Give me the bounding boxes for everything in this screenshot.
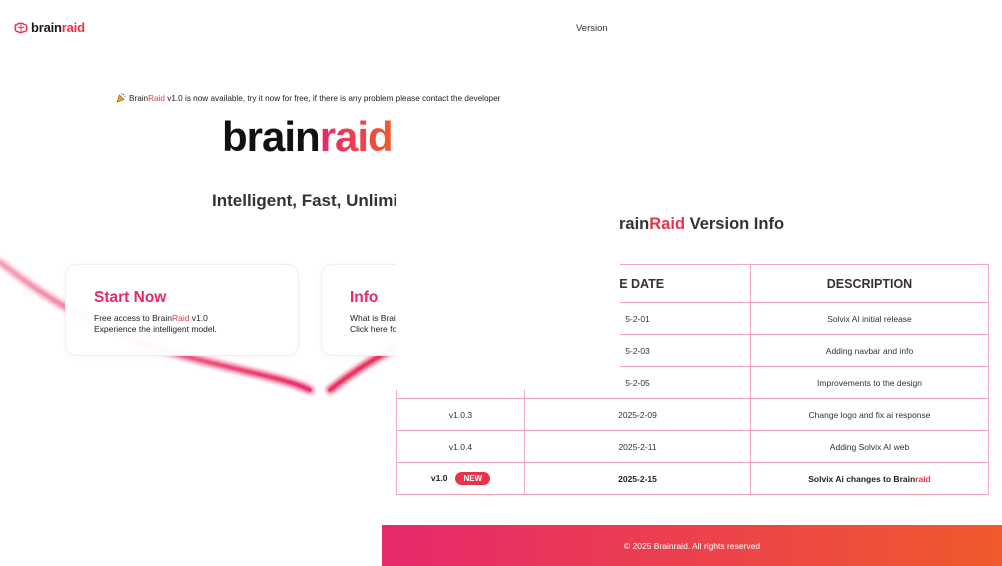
version-title-part1: rain	[619, 215, 650, 233]
start-now-line1: Free access to BrainRaid v1.0	[94, 313, 298, 324]
logo-text-raid: raid	[61, 20, 85, 35]
version-info-title: rainRaid Version Info	[619, 215, 784, 234]
start-now-line1-suffix: v1.0	[189, 313, 208, 323]
row-description: Solvix AI initial release	[750, 302, 989, 335]
navbar: brainraid Version	[0, 0, 1002, 56]
footer: © 2025 Brainraid. All rights reserved	[382, 525, 1002, 566]
row-date: 2025-2-09	[524, 398, 751, 431]
version-title-part2: Raid	[649, 215, 686, 233]
row-date: 2025-2-15	[524, 462, 751, 495]
start-now-title: Start Now	[94, 289, 167, 306]
brand-logo[interactable]: brainraid	[14, 20, 85, 35]
new-badge: NEW	[455, 472, 491, 485]
row-version: v1.0.4	[396, 430, 525, 463]
row-description: Solvix Ai changes to Brainraid	[750, 462, 989, 495]
latest-description-accent: raid	[915, 473, 931, 484]
hero-title-raid: raid	[319, 113, 394, 160]
announcement-brand-raid: Raid	[148, 93, 165, 103]
start-now-card[interactable]: Start Now Free access to BrainRaid v1.0 …	[65, 264, 299, 356]
latest-version: v1.0	[430, 472, 448, 483]
hero-title: brainraid	[222, 113, 394, 160]
party-popper-icon	[116, 93, 126, 103]
row-version: v1.0 NEW	[396, 462, 525, 495]
footer-copyright: © 2025 Brainraid. All rights reserved	[623, 540, 761, 551]
table-row: v1.0.3 2025-2-09 Change logo and fix ai …	[396, 398, 989, 431]
start-now-line1-accent: Raid	[171, 313, 190, 323]
row-version: v1.0.3	[396, 398, 525, 431]
brain-icon	[14, 22, 28, 33]
row-description: Change logo and fix ai response	[750, 398, 989, 431]
announcement-text: v1.0 is now available, try it now for fr…	[164, 93, 501, 103]
hero-title-brain: brain	[222, 113, 321, 160]
start-now-line1-prefix: Free access to Brain	[94, 313, 172, 323]
row-date: 2025-2-11	[524, 430, 751, 463]
hero-tagline: Intelligent, Fast, Unlimited	[212, 191, 424, 210]
row-description: Improvements to the design	[750, 366, 989, 399]
start-now-line2: Experience the intelligent model.	[94, 323, 217, 334]
overlay-mask	[396, 190, 620, 390]
announcement-brand-brain: Brain	[129, 93, 149, 103]
row-description: Adding navbar and info	[750, 334, 989, 367]
table-row-latest: v1.0 NEW 2025-2-15 Solvix Ai changes to B…	[396, 462, 989, 495]
announcement-banner: BrainRaid v1.0 is now available, try it …	[116, 93, 500, 103]
version-title-part3: Version Info	[685, 215, 785, 233]
table-row: v1.0.4 2025-2-11 Adding Solvix AI web	[396, 430, 989, 463]
logo-text-brain: brain	[31, 20, 62, 35]
row-description: Adding Solvix AI web	[750, 430, 989, 463]
header-description: DESCRIPTION	[750, 264, 989, 303]
latest-description-prefix: Solvix Ai changes to Brain	[808, 473, 916, 484]
nav-link-version[interactable]: Version	[576, 23, 608, 34]
version-info-panel: rainRaid Version Info SE DATE DESCRIPTIO…	[396, 190, 1002, 500]
